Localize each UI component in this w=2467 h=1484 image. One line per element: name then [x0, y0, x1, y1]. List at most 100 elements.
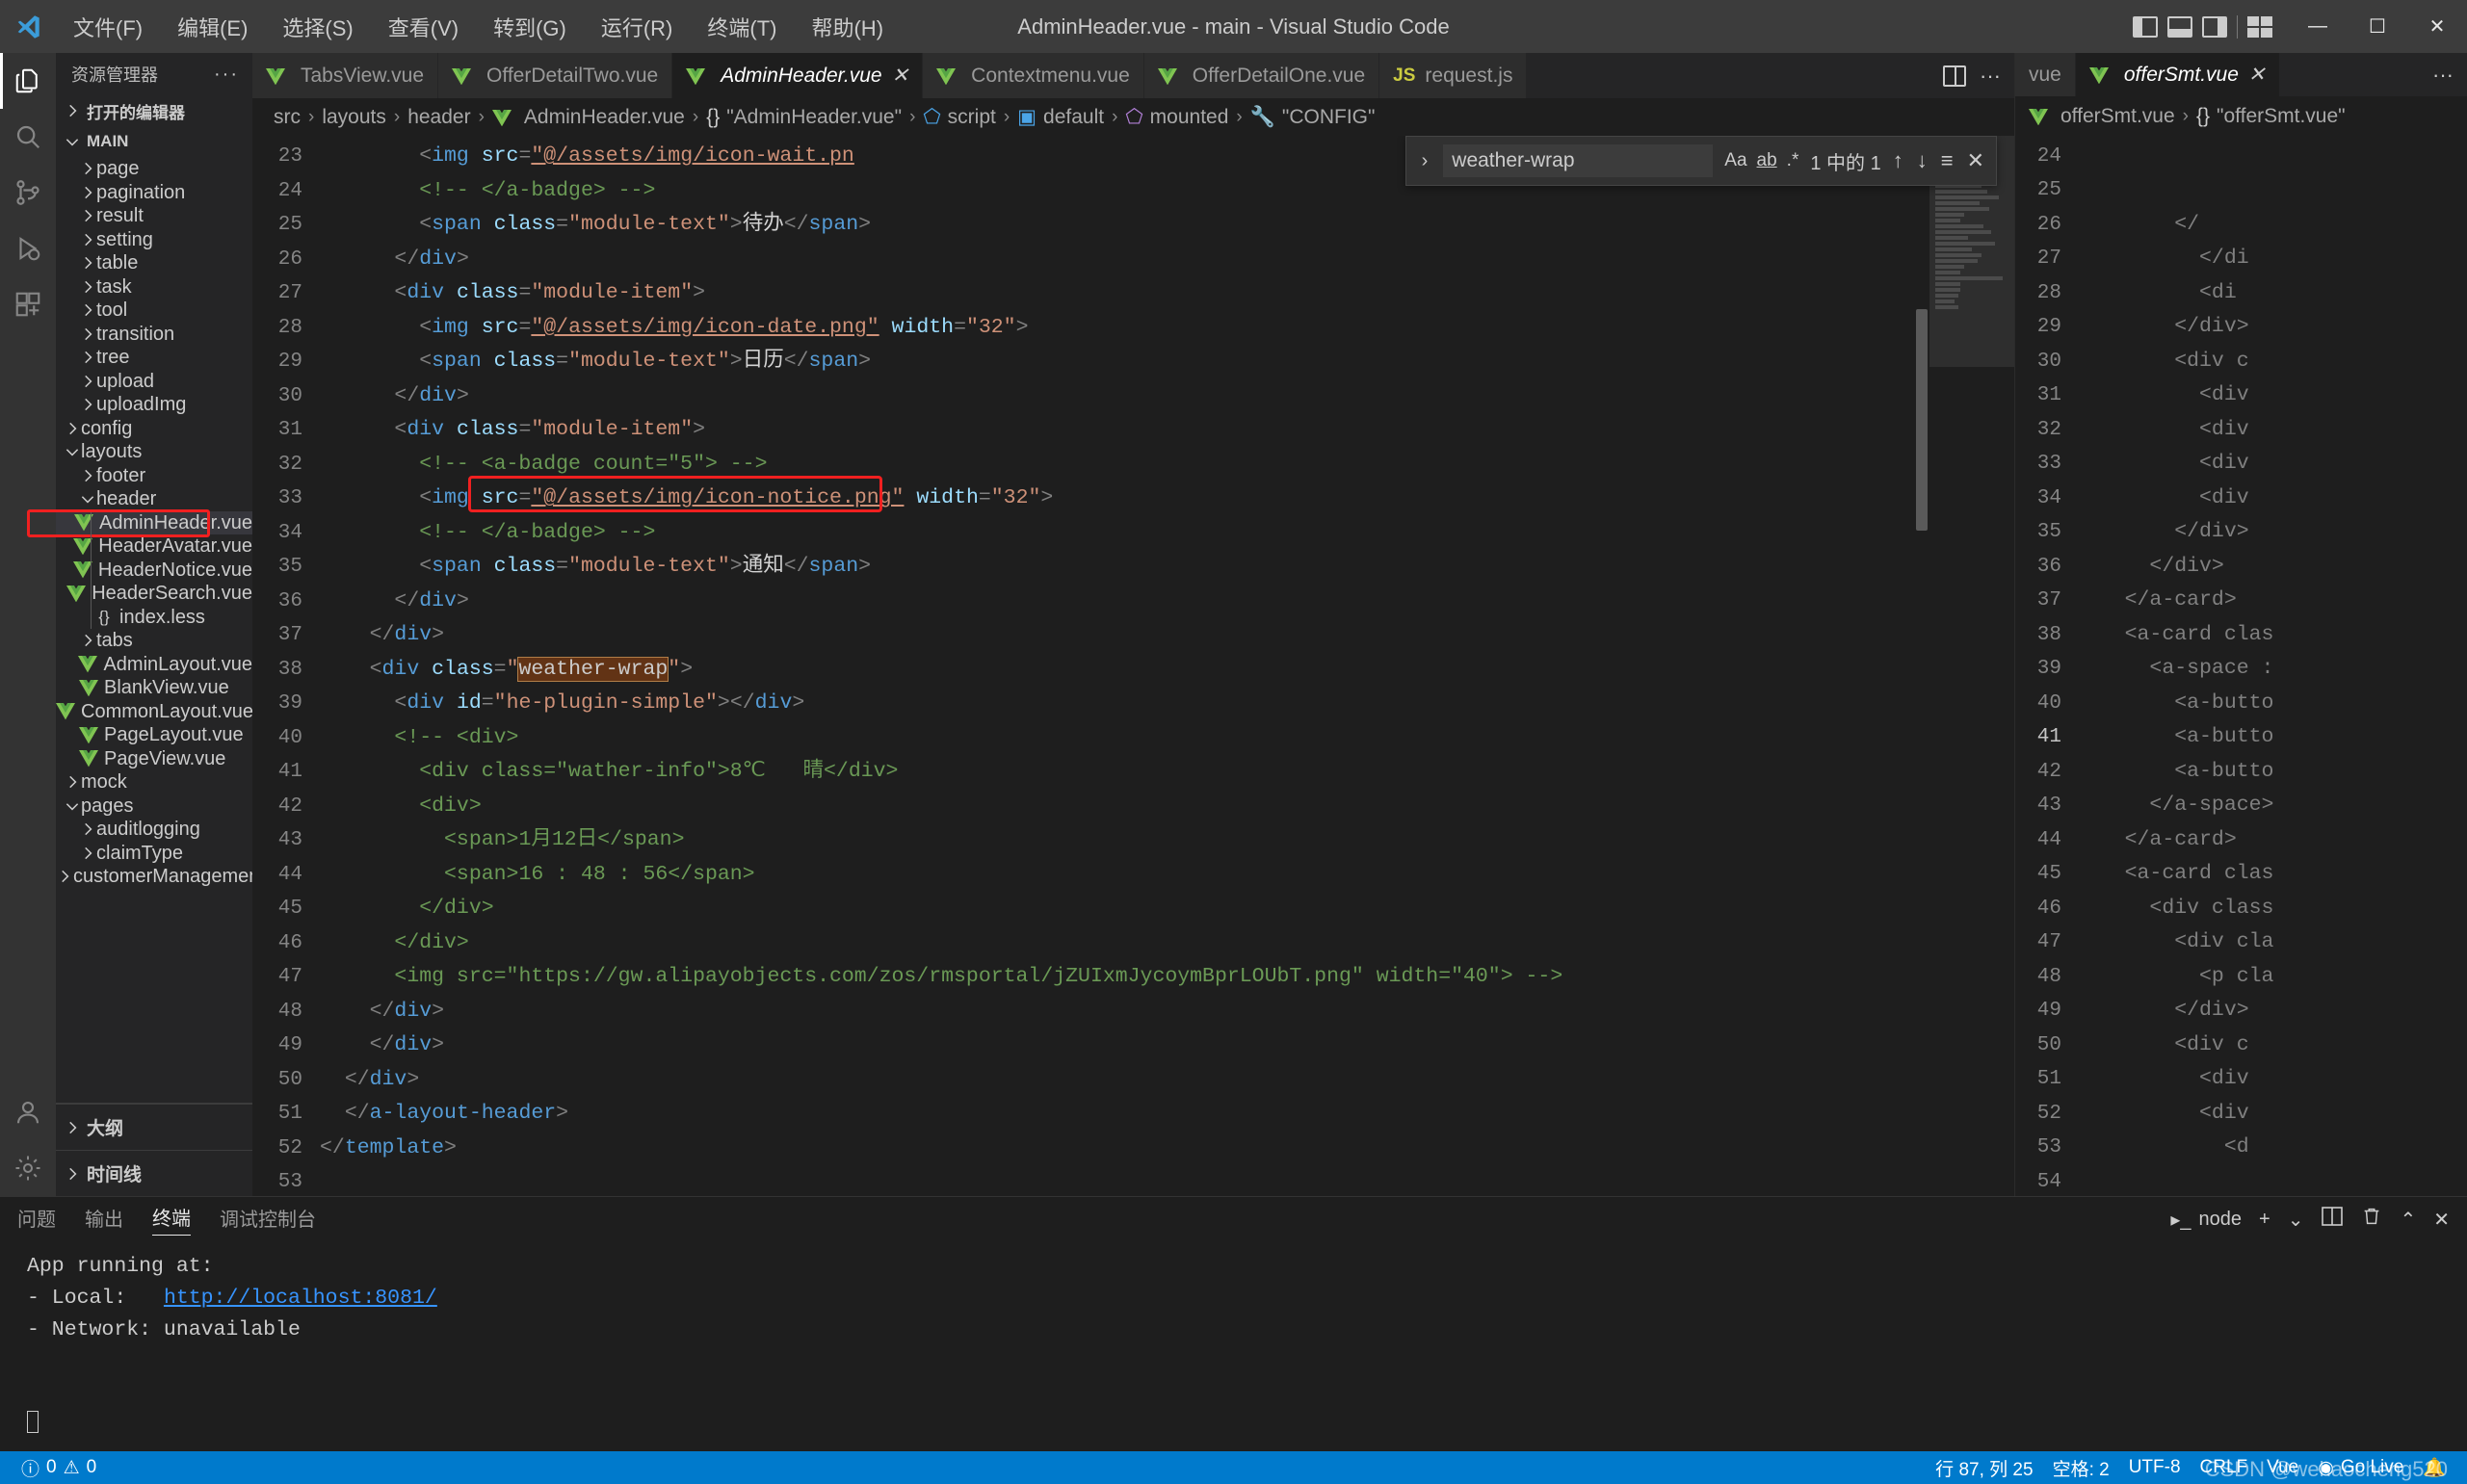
- tree-folder[interactable]: mock: [56, 770, 252, 794]
- tree-file[interactable]: {} index.less: [56, 605, 252, 629]
- tree-folder[interactable]: auditlogging: [56, 818, 252, 842]
- panel-tab-terminal[interactable]: 终端: [152, 1203, 191, 1236]
- code-line[interactable]: <div>: [320, 790, 1914, 824]
- secondary-editor-tabs[interactable]: vue offerSmt.vue ✕ ···: [2015, 53, 2467, 97]
- code-line[interactable]: <!-- </a-badge> -->: [320, 516, 1914, 551]
- panel-tab-debug-console[interactable]: 调试控制台: [220, 1204, 316, 1236]
- secondary-code-line[interactable]: </a-card>: [2075, 584, 2467, 618]
- secondary-editor-tab[interactable]: vue: [2015, 53, 2076, 97]
- activitybar-run-debug[interactable]: [0, 221, 56, 276]
- tree-folder[interactable]: tree: [56, 346, 252, 370]
- activitybar-accounts[interactable]: [0, 1084, 56, 1140]
- breadcrumb-item[interactable]: src: [274, 106, 301, 129]
- code-content[interactable]: <img src="@/assets/img/icon-wait.pn <!--…: [320, 136, 1914, 1196]
- code-line[interactable]: <div class="module-item">: [320, 413, 1914, 448]
- code-line[interactable]: </div>: [320, 379, 1914, 414]
- secondary-code-line[interactable]: <a-space :: [2075, 652, 2467, 687]
- editor-tab[interactable]: OfferDetailTwo.vue: [438, 53, 673, 98]
- code-line[interactable]: <div id="he-plugin-simple"></div>: [320, 687, 1914, 721]
- tree-file[interactable]: PageView.vue: [56, 747, 252, 771]
- editor-scrollbar[interactable]: [1914, 136, 1929, 1196]
- tree-folder[interactable]: table: [56, 251, 252, 275]
- breadcrumb-item[interactable]: ⬠ mounted: [1125, 105, 1228, 129]
- panel-actions[interactable]: ▸_ node + ⌄ ⌃ ✕: [2170, 1206, 2450, 1233]
- maximize-button[interactable]: ☐: [2348, 0, 2407, 53]
- terminal-localhost-link[interactable]: http://localhost:8081/: [164, 1287, 437, 1310]
- breadcrumb-item[interactable]: AdminHeader.vue: [491, 106, 685, 129]
- menu-terminal[interactable]: 终端(T): [690, 8, 794, 46]
- code-line[interactable]: </div>: [320, 995, 1914, 1029]
- secondary-code-line[interactable]: <div: [2075, 378, 2467, 413]
- terminal-selector[interactable]: ▸_ node: [2170, 1208, 2242, 1232]
- secondary-code-line[interactable]: </div>: [2075, 310, 2467, 345]
- file-tree[interactable]: page pagination result setting table task tool…: [27, 157, 252, 1103]
- timeline-section[interactable]: 时间线: [56, 1150, 252, 1196]
- maximize-panel-icon[interactable]: ⌃: [2400, 1208, 2416, 1232]
- find-previous-icon[interactable]: ↑: [1893, 148, 1903, 173]
- breadcrumb-item[interactable]: {} "AdminHeader.vue": [706, 106, 902, 129]
- tree-file[interactable]: HeaderSearch.vue: [56, 582, 252, 606]
- breadcrumb-item[interactable]: ▣ default: [1017, 105, 1104, 129]
- code-editor[interactable]: 23 24 25 26 27 28 29 30 31 32 33 34 35 36 37 38 39 40 41 42…: [252, 136, 2014, 1196]
- tree-folder[interactable]: layouts: [56, 440, 252, 464]
- secondary-code-line[interactable]: [2075, 140, 2467, 174]
- tree-folder[interactable]: header: [56, 487, 252, 511]
- activitybar-source-control[interactable]: [0, 165, 56, 221]
- breadcrumb-item[interactable]: {} "offerSmt.vue": [2196, 105, 2346, 128]
- tree-folder[interactable]: footer: [56, 464, 252, 488]
- activitybar-extensions[interactable]: [0, 276, 56, 332]
- find-next-icon[interactable]: ↓: [1917, 148, 1928, 173]
- secondary-code-line[interactable]: </: [2075, 208, 2467, 243]
- secondary-editor-actions[interactable]: ···: [2419, 53, 2467, 96]
- tree-folder[interactable]: upload: [56, 370, 252, 394]
- menu-edit[interactable]: 编辑(E): [160, 8, 265, 46]
- status-indentation[interactable]: 空格: 2: [2043, 1451, 2119, 1484]
- editor-tab-actions[interactable]: ···: [1929, 53, 2014, 98]
- find-input[interactable]: weather-wrap: [1443, 144, 1714, 178]
- secondary-code-content[interactable]: </ </di <di </div> <div c <div <div <div…: [2075, 136, 2467, 1196]
- tree-file[interactable]: HeaderAvatar.vue: [56, 534, 252, 559]
- panel-tab-output[interactable]: 输出: [85, 1204, 123, 1236]
- toggle-panel-icon[interactable]: [2167, 15, 2192, 38]
- find-close-icon[interactable]: ✕: [1967, 148, 1984, 173]
- customize-layout-icon[interactable]: [2247, 15, 2272, 38]
- code-line[interactable]: </div>: [320, 892, 1914, 926]
- open-editors-section[interactable]: 打开的编辑器: [56, 95, 252, 126]
- tree-folder[interactable]: config: [56, 417, 252, 441]
- code-line[interactable]: [320, 1165, 1914, 1196]
- code-line[interactable]: </div>: [320, 618, 1914, 653]
- code-line[interactable]: </div>: [320, 1063, 1914, 1098]
- secondary-code-line[interactable]: <a-butto: [2075, 720, 2467, 755]
- secondary-code-line[interactable]: </di: [2075, 242, 2467, 276]
- code-line[interactable]: <div class="wather-info">8℃ 晴</div>: [320, 755, 1914, 790]
- secondary-code-line[interactable]: </div>: [2075, 550, 2467, 585]
- breadcrumb-item[interactable]: layouts: [322, 106, 386, 129]
- secondary-code-line[interactable]: <a-card clas: [2075, 857, 2467, 892]
- code-line[interactable]: <img src="@/assets/img/icon-date.png" wi…: [320, 311, 1914, 346]
- code-line[interactable]: <span>16 : 48 : 56</span>: [320, 858, 1914, 893]
- code-line[interactable]: </div>: [320, 243, 1914, 277]
- match-case-icon[interactable]: Aa: [1724, 150, 1746, 171]
- code-line[interactable]: <img src="https://gw.alipayobjects.com/z…: [320, 960, 1914, 995]
- breadcrumb[interactable]: src › layouts › header › AdminHeader.vue › {} "Ad…: [252, 98, 2014, 137]
- code-line[interactable]: <span class="module-text">待办</span>: [320, 208, 1914, 243]
- toggle-secondary-sidebar-icon[interactable]: [2202, 15, 2227, 38]
- close-panel-icon[interactable]: ✕: [2433, 1208, 2450, 1232]
- whole-word-icon[interactable]: ab: [1757, 150, 1777, 171]
- breadcrumb-item[interactable]: offerSmt.vue: [2029, 105, 2175, 128]
- terminal-dropdown-icon[interactable]: ⌄: [2288, 1208, 2304, 1232]
- secondary-code-line[interactable]: <div: [2075, 447, 2467, 482]
- breadcrumb-item[interactable]: header: [407, 106, 470, 129]
- layout-controls[interactable]: [2133, 14, 2288, 39]
- tree-folder[interactable]: task: [56, 275, 252, 299]
- minimap[interactable]: [1929, 136, 2014, 1196]
- outline-section[interactable]: 大纲: [56, 1104, 252, 1150]
- secondary-code-line[interactable]: [2075, 173, 2467, 208]
- editor-tabs[interactable]: TabsView.vue OfferDetailTwo.vue AdminHeade…: [252, 53, 2014, 98]
- secondary-editor-tab-close-icon[interactable]: ✕: [2248, 63, 2266, 87]
- find-widget[interactable]: › weather-wrap Aa ab .* 1 中的 1 ↑ ↓ ≡ ✕: [1404, 136, 1997, 187]
- secondary-code-line[interactable]: <div: [2075, 413, 2467, 448]
- code-line[interactable]: </a-layout-header>: [320, 1097, 1914, 1132]
- editor-tab-close-icon[interactable]: ✕: [892, 64, 909, 88]
- status-problems[interactable]: ⓘ 0 ⚠ 0: [12, 1451, 106, 1484]
